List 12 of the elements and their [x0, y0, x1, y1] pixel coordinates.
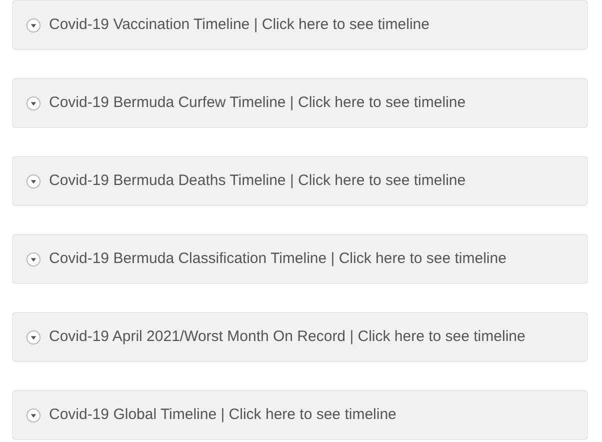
caret-icon [26, 408, 41, 422]
caret-icon [26, 96, 41, 110]
accordion-header[interactable]: Covid-19 April 2021/Worst Month On Record | Click here to see timeline [12, 312, 588, 362]
caret-icon [26, 252, 41, 266]
accordion-header[interactable]: Covid-19 Vaccination Timeline | Click here to see timeline [12, 0, 588, 50]
caret-icon [26, 330, 41, 344]
accordion-header[interactable]: Covid-19 Global Timeline | Click here to see timeline [12, 390, 588, 440]
caret-icon [26, 174, 41, 188]
accordion-header[interactable]: Covid-19 Bermuda Deaths Timeline | Click here to see timeline [12, 156, 588, 206]
accordion-header[interactable]: Covid-19 Bermuda Classification Timeline | Click here to see timeline [12, 234, 588, 284]
caret-icon [26, 18, 41, 32]
accordion-header[interactable]: Covid-19 Bermuda Curfew Timeline | Click here to see timeline [12, 78, 588, 128]
